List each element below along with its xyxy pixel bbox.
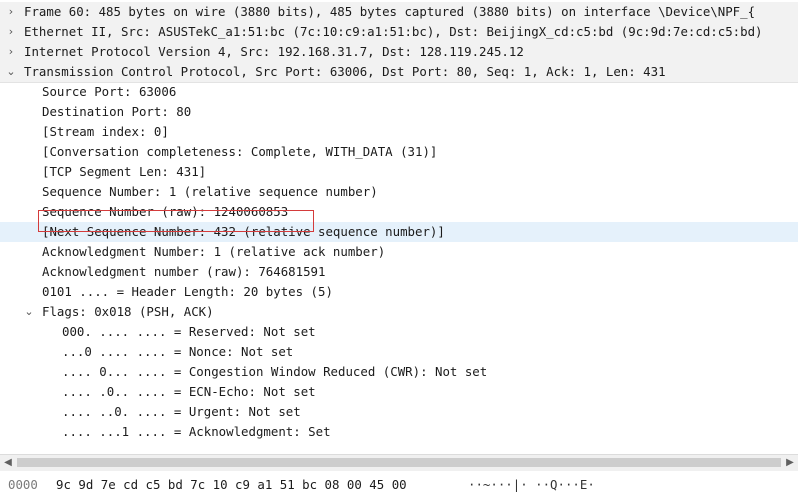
tree-field-row[interactable]: .... ...1 .... = Acknowledgment: Set [0,422,798,442]
tree-row-text: 000. .... .... = Reserved: Not set [62,324,316,339]
expand-arrow-icon[interactable]: › [4,42,18,62]
collapse-arrow-icon[interactable]: ⌄ [4,62,18,82]
tree-row-text: Source Port: 63006 [42,84,177,99]
tree-field-row[interactable]: Sequence Number: 1 (relative sequence nu… [0,182,798,202]
expand-arrow-icon[interactable]: › [4,22,18,42]
tree-row-text: Sequence Number: 1 (relative sequence nu… [42,184,378,199]
tree-row-text: ...0 .... .... = Nonce: Not set [62,344,294,359]
packet-details-tree: › Frame 60: 485 bytes on wire (3880 bits)… [0,0,798,454]
tree-row-text: Sequence Number (raw): 1240060853 [42,204,289,219]
tree-field-row[interactable]: .... 0... .... = Congestion Window Reduc… [0,362,798,382]
tree-row-text: .... ...1 .... = Acknowledgment: Set [62,424,331,439]
tree-row-text: Frame 60: 485 bytes on wire (3880 bits),… [24,4,756,19]
protocol-section-row[interactable]: ⌄ Transmission Control Protocol, Src Port… [0,62,798,83]
tree-field-row[interactable]: ⌄ Flags: 0x018 (PSH, ACK) [0,302,798,322]
tree-field-row[interactable]: Source Port: 63006 [0,82,798,102]
protocol-section-row[interactable]: › Frame 60: 485 bytes on wire (3880 bits)… [0,2,798,22]
tree-field-row[interactable]: [Stream index: 0] [0,122,798,142]
tree-field-row[interactable]: [Conversation completeness: Complete, WI… [0,142,798,162]
tree-row-text: .... ..0. .... = Urgent: Not set [62,404,301,419]
tree-row-text: Destination Port: 80 [42,104,192,119]
tree-field-row[interactable]: Acknowledgment number (raw): 764681591 [0,262,798,282]
tree-row-text: [Conversation completeness: Complete, WI… [42,144,438,159]
bytes-ascii[interactable]: ··~···|· ··Q···E· [468,475,595,495]
tree-row-text: Ethernet II, Src: ASUSTekC_a1:51:bc (7c:… [24,24,763,39]
tree-field-row[interactable]: 0101 .... = Header Length: 20 bytes (5) [0,282,798,302]
tree-row-text: 0101 .... = Header Length: 20 bytes (5) [42,284,333,299]
bytes-hex[interactable]: 9c 9d 7e cd c5 bd 7c 10 c9 a1 51 bc 08 0… [56,475,407,495]
tree-field-row[interactable]: [TCP Segment Len: 431] [0,162,798,182]
scroll-left-icon[interactable]: ◀ [0,455,16,471]
horizontal-scrollbar[interactable]: ◀ ▶ [0,454,798,471]
tree-row-text: Acknowledgment Number: 1 (relative ack n… [42,244,386,259]
protocol-section-row[interactable]: › Internet Protocol Version 4, Src: 192.1… [0,42,798,62]
bytes-offset: 0000 [8,477,38,492]
tree-field-row[interactable]: .... ..0. .... = Urgent: Not set [0,402,798,422]
tree-field-row[interactable]: Acknowledgment Number: 1 (relative ack n… [0,242,798,262]
tree-row-text: Internet Protocol Version 4, Src: 192.16… [24,44,524,59]
tree-row-text: [TCP Segment Len: 431] [42,164,207,179]
tree-row-text: .... .0.. .... = ECN-Echo: Not set [62,384,316,399]
tree-row-text: Flags: 0x018 (PSH, ACK) [42,304,214,319]
scrollbar-thumb[interactable] [17,458,781,467]
scroll-right-icon[interactable]: ▶ [782,455,798,471]
tree-field-row[interactable]: Destination Port: 80 [0,102,798,122]
tree-field-row[interactable]: ...0 .... .... = Nonce: Not set [0,342,798,362]
tree-field-row[interactable]: 000. .... .... = Reserved: Not set [0,322,798,342]
tree-row-text: Transmission Control Protocol, Src Port:… [24,64,666,79]
tree-row-text: [Next Sequence Number: 432 (relative seq… [42,224,445,239]
collapse-arrow-icon[interactable]: ⌄ [22,302,36,322]
tree-field-row[interactable]: .... .0.. .... = ECN-Echo: Not set [0,382,798,402]
packet-bytes-pane: 0000 9c 9d 7e cd c5 bd 7c 10 c9 a1 51 bc… [0,475,798,495]
tree-row-text: [Stream index: 0] [42,124,169,139]
tree-row-text: .... 0... .... = Congestion Window Reduc… [62,364,488,379]
tree-field-row[interactable]: Sequence Number (raw): 1240060853 [0,202,798,222]
expand-arrow-icon[interactable]: › [4,2,18,22]
tree-row-text: Acknowledgment number (raw): 764681591 [42,264,326,279]
protocol-section-row[interactable]: › Ethernet II, Src: ASUSTekC_a1:51:bc (7c… [0,22,798,42]
tree-field-row[interactable]: [Next Sequence Number: 432 (relative seq… [0,222,798,242]
